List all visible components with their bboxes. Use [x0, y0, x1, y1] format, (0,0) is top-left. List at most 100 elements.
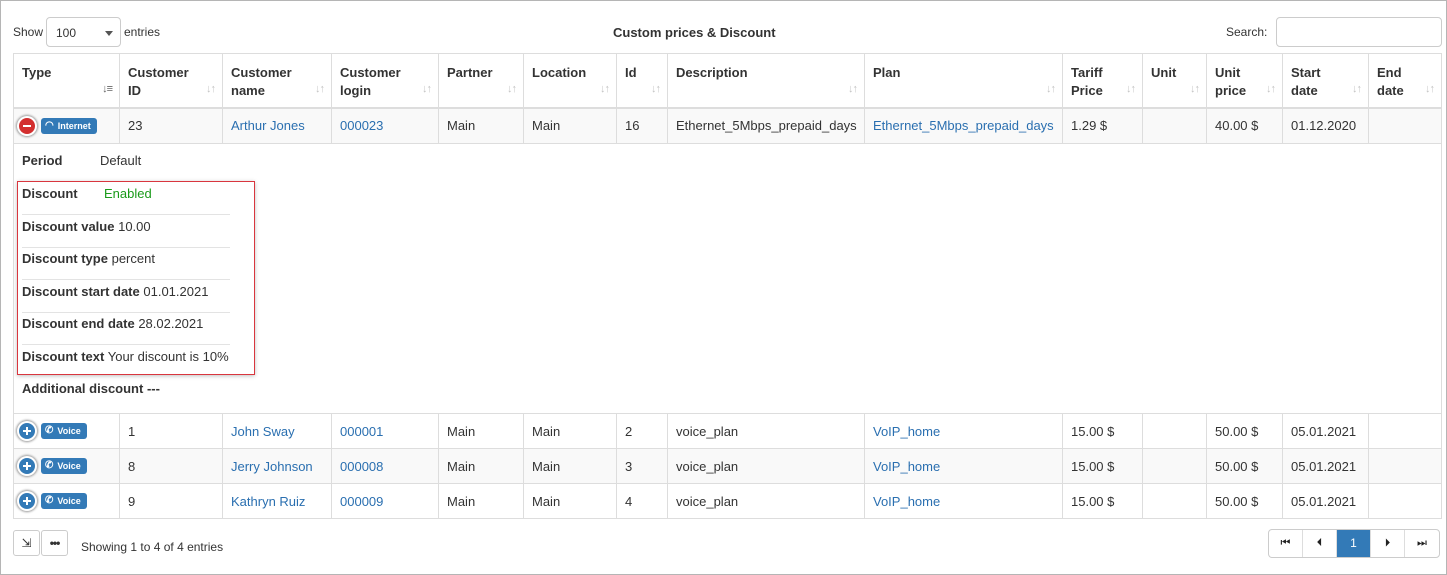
- type-badge: ✆ Voice: [41, 458, 87, 475]
- type-cell: ✆ Voice: [13, 483, 120, 519]
- type-cell: ✆ Voice: [13, 413, 120, 449]
- expand-row-icon[interactable]: [19, 423, 35, 440]
- col-start-date[interactable]: Start date ↓↑: [1282, 53, 1369, 109]
- sort-icon: ↓↑: [315, 82, 325, 95]
- start-date-cell: 01.12.2020: [1282, 107, 1369, 144]
- next-page-button[interactable]: ⏵: [1371, 530, 1405, 557]
- customer-login-link[interactable]: 000001: [340, 424, 383, 439]
- pagination: ⏮ ⏴ 1 ⏵ ⏭: [1268, 529, 1440, 558]
- customer-login-link[interactable]: 000008: [340, 459, 383, 474]
- col-location[interactable]: Location ↓↑: [523, 53, 617, 109]
- table-toolbar: Show 100 entries Custom prices & Discoun…: [13, 17, 1442, 47]
- plan-link[interactable]: VoIP_home: [873, 494, 940, 509]
- start-date-cell: 05.01.2021: [1282, 483, 1369, 519]
- unit-cell: [1142, 448, 1207, 484]
- plan-link[interactable]: VoIP_home: [873, 459, 940, 474]
- customer-id-cell: 9: [119, 483, 223, 519]
- phone-icon: ✆: [45, 495, 54, 507]
- col-unit[interactable]: Unit ↓↑: [1142, 53, 1207, 109]
- col-tariff-price[interactable]: Tariff Price ↓↑: [1062, 53, 1143, 109]
- sort-icon: ↓↑: [1046, 82, 1056, 95]
- col-id[interactable]: Id ↓↑: [616, 53, 668, 109]
- description-cell: voice_plan: [667, 413, 865, 449]
- search-input[interactable]: [1276, 17, 1442, 47]
- unit-price-cell: 50.00 $: [1206, 448, 1283, 484]
- discount-status-row: Discount Enabled: [22, 182, 230, 215]
- table-row[interactable]: ✆ Voice 9 Kathryn Ruiz 000009 Main Main 4…: [13, 483, 1442, 519]
- more-icon: •••: [49, 536, 61, 550]
- customer-name-link[interactable]: John Sway: [231, 424, 295, 439]
- more-options-button[interactable]: •••: [41, 530, 68, 556]
- sort-icon: ↓↑: [600, 82, 610, 95]
- table-row[interactable]: ✆ Voice 8 Jerry Johnson 000008 Main Main …: [13, 448, 1442, 484]
- id-cell: 4: [616, 483, 668, 519]
- table-row[interactable]: ◠ Internet 23 Arthur Jones 000023 Main Ma…: [13, 107, 1442, 144]
- search-label: Search:: [1226, 25, 1268, 39]
- detail-row: Period Default Discount Enabled Discount…: [13, 143, 1442, 414]
- plan-cell: VoIP_home: [864, 448, 1063, 484]
- collapse-row-icon[interactable]: [19, 118, 35, 135]
- type-cell: ◠ Internet: [13, 107, 120, 144]
- first-page-button[interactable]: ⏮: [1269, 530, 1303, 557]
- discount-value-row: Discount value 10.00: [22, 215, 230, 248]
- customer-id-cell: 1: [119, 413, 223, 449]
- sort-icon: ↓↑: [1425, 82, 1435, 95]
- customer-login-link[interactable]: 000023: [340, 118, 383, 133]
- last-page-button[interactable]: ⏭: [1405, 530, 1439, 557]
- page-button-current[interactable]: 1: [1337, 530, 1371, 557]
- discount-details-box: Discount Enabled Discount value 10.00 Di…: [17, 181, 255, 375]
- row-details: Period Default Discount Enabled Discount…: [13, 143, 1442, 414]
- end-date-cell: [1368, 413, 1442, 449]
- sort-icon: ↓↑: [1266, 82, 1276, 95]
- col-description[interactable]: Description ↓↑: [667, 53, 865, 109]
- customer-name-link[interactable]: Arthur Jones: [231, 118, 305, 133]
- partner-cell: Main: [438, 483, 524, 519]
- description-cell: voice_plan: [667, 483, 865, 519]
- first-page-icon: ⏮: [1280, 537, 1291, 549]
- unit-cell: [1142, 483, 1207, 519]
- col-unit-price[interactable]: Unit price ↓↑: [1206, 53, 1283, 109]
- expand-row-icon[interactable]: [19, 493, 35, 510]
- plan-link[interactable]: Ethernet_5Mbps_prepaid_days: [873, 118, 1054, 133]
- customer-login-link[interactable]: 000009: [340, 494, 383, 509]
- col-plan[interactable]: Plan ↓↑: [864, 53, 1063, 109]
- col-end-date[interactable]: End date ↓↑: [1368, 53, 1442, 109]
- customer-name-link[interactable]: Jerry Johnson: [231, 459, 313, 474]
- phone-icon: ✆: [45, 460, 54, 472]
- discount-label: Discount: [22, 186, 78, 201]
- customer-login-cell: 000001: [331, 413, 439, 449]
- col-customer-id[interactable]: Customer ID ↓↑: [119, 53, 223, 109]
- partner-cell: Main: [438, 448, 524, 484]
- customer-name-link[interactable]: Kathryn Ruiz: [231, 494, 305, 509]
- discount-status: Enabled: [104, 186, 152, 201]
- plan-cell: VoIP_home: [864, 413, 1063, 449]
- expand-row-icon[interactable]: [19, 458, 35, 475]
- tariff-price-cell: 15.00 $: [1062, 448, 1143, 484]
- id-cell: 16: [616, 107, 668, 144]
- period-value: Default: [100, 153, 142, 168]
- location-cell: Main: [523, 107, 617, 144]
- col-type[interactable]: Type ↓≡: [13, 53, 120, 109]
- export-button[interactable]: ⇲: [13, 530, 40, 556]
- sort-icon: ↓↑: [1190, 82, 1200, 95]
- table-row[interactable]: ✆ Voice 1 John Sway 000001 Main Main 2 vo…: [13, 413, 1442, 449]
- unit-price-cell: 40.00 $: [1206, 107, 1283, 144]
- col-customer-name[interactable]: Customer name ↓↑: [222, 53, 332, 109]
- next-page-icon: ⏵: [1384, 537, 1391, 549]
- customer-name-cell: Kathryn Ruiz: [222, 483, 332, 519]
- prev-page-button[interactable]: ⏴: [1303, 530, 1337, 557]
- additional-discount-label: Additional discount: [22, 381, 144, 396]
- type-badge: ◠ Internet: [41, 118, 97, 135]
- last-page-icon: ⏭: [1417, 537, 1427, 549]
- page-length-select[interactable]: 100: [46, 17, 121, 47]
- plan-cell: VoIP_home: [864, 483, 1063, 519]
- customer-id-cell: 8: [119, 448, 223, 484]
- discount-end-date-row: Discount end date 28.02.2021: [22, 312, 230, 345]
- col-partner[interactable]: Partner ↓↑: [438, 53, 524, 109]
- start-date-cell: 05.01.2021: [1282, 448, 1369, 484]
- plan-link[interactable]: VoIP_home: [873, 424, 940, 439]
- additional-discount-value: ---: [146, 381, 160, 396]
- custom-prices-panel: Show 100 entries Custom prices & Discoun…: [0, 0, 1447, 575]
- col-customer-login[interactable]: Customer login ↓↑: [331, 53, 439, 109]
- end-date-cell: [1368, 448, 1442, 484]
